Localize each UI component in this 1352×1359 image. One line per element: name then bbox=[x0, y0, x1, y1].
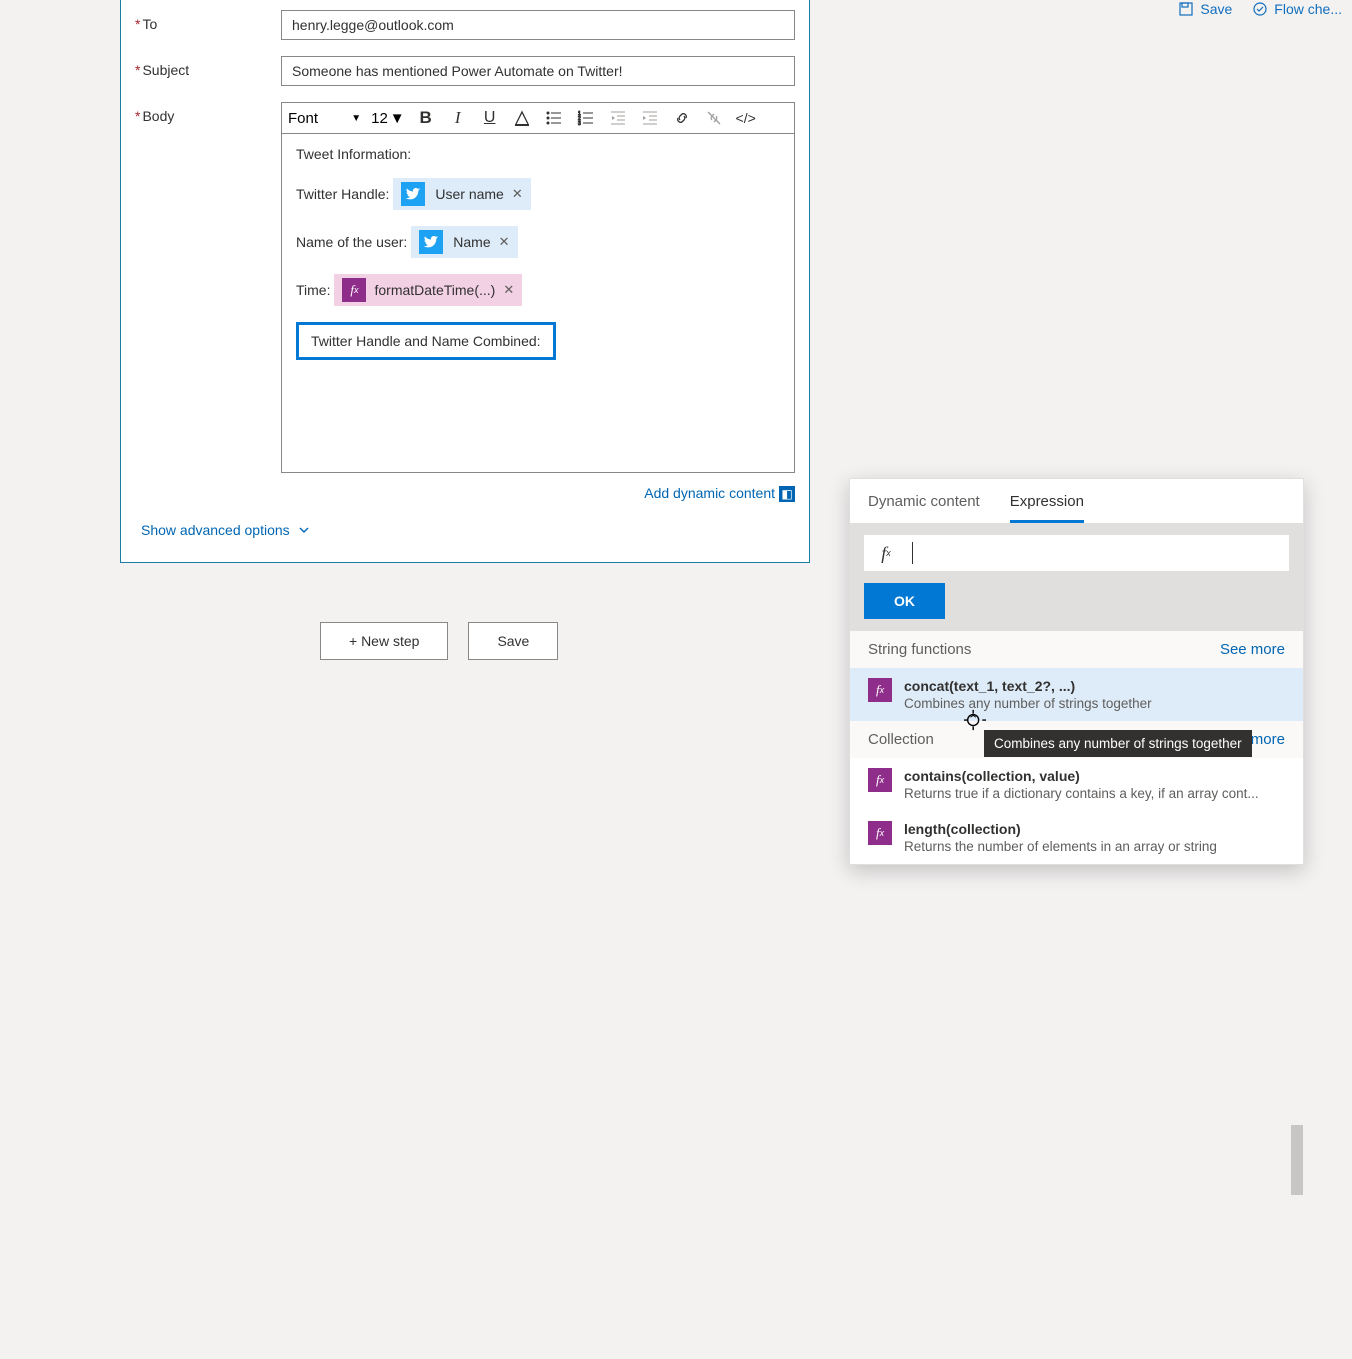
func-contains-desc: Returns true if a dictionary contains a … bbox=[904, 786, 1285, 801]
show-advanced-link[interactable]: Show advanced options bbox=[121, 502, 809, 542]
fontsize-select[interactable]: 12▼ bbox=[371, 110, 405, 127]
panel-scrollbar[interactable] bbox=[1291, 1119, 1303, 1359]
unlink-button[interactable] bbox=[703, 107, 725, 129]
formatdatetime-label: formatDateTime(...) bbox=[374, 282, 495, 298]
body-editor[interactable]: Tweet Information: Twitter Handle: User … bbox=[281, 133, 795, 473]
combined-highlight: Twitter Handle and Name Combined: bbox=[296, 322, 556, 360]
email-action-card: *To *Subject *Body Font ▼ 12▼ B I U 123 bbox=[120, 0, 810, 563]
ok-button[interactable]: OK bbox=[864, 583, 945, 619]
body-label: *Body bbox=[135, 102, 281, 124]
tab-expression[interactable]: Expression bbox=[1010, 493, 1084, 523]
italic-button[interactable]: I bbox=[447, 107, 469, 129]
remove-name-icon[interactable]: ✕ bbox=[499, 234, 510, 250]
underline-button[interactable]: U bbox=[479, 107, 501, 129]
link-button[interactable] bbox=[671, 107, 693, 129]
name-token[interactable]: Name ✕ bbox=[411, 226, 517, 258]
fx-icon: fx bbox=[868, 678, 892, 702]
twitter-icon bbox=[401, 182, 425, 206]
save-top-label: Save bbox=[1200, 1, 1232, 17]
body-name-prefix: Name of the user: bbox=[296, 234, 407, 250]
color-button[interactable] bbox=[511, 107, 533, 129]
username-token[interactable]: User name ✕ bbox=[393, 178, 530, 210]
subject-label: *Subject bbox=[135, 56, 281, 78]
codeview-button[interactable]: </> bbox=[735, 107, 757, 129]
expression-input[interactable]: fx bbox=[864, 535, 1289, 571]
twitter-icon bbox=[419, 230, 443, 254]
text-cursor bbox=[912, 542, 913, 564]
tab-dynamic-content[interactable]: Dynamic content bbox=[868, 493, 980, 523]
to-label: *To bbox=[135, 10, 281, 32]
func-concat[interactable]: fx concat(text_1, text_2?, ...) Combines… bbox=[850, 668, 1303, 721]
combined-text: Twitter Handle and Name Combined: bbox=[311, 333, 541, 349]
func-contains-name: contains(collection, value) bbox=[904, 768, 1285, 784]
rte-toolbar: Font ▼ 12▼ B I U 123 </> bbox=[281, 102, 795, 133]
formatdatetime-token[interactable]: fx formatDateTime(...) ✕ bbox=[334, 274, 522, 306]
func-length-desc: Returns the number of elements in an arr… bbox=[904, 839, 1285, 854]
name-token-label: Name bbox=[453, 234, 490, 250]
remove-time-icon[interactable]: ✕ bbox=[503, 282, 514, 298]
svg-text:3: 3 bbox=[578, 121, 581, 127]
bold-button[interactable]: B bbox=[415, 107, 437, 129]
remove-username-icon[interactable]: ✕ bbox=[512, 186, 523, 202]
font-select[interactable]: Font ▼ bbox=[288, 110, 361, 127]
func-concat-name: concat(text_1, text_2?, ...) bbox=[904, 678, 1285, 694]
new-step-button[interactable]: + New step bbox=[320, 622, 448, 660]
expression-panel: Dynamic content Expression fx OK String … bbox=[849, 478, 1304, 865]
fx-icon: fx bbox=[868, 821, 892, 845]
to-input[interactable] bbox=[281, 10, 795, 40]
subject-input[interactable] bbox=[281, 56, 795, 86]
outdent-button[interactable] bbox=[607, 107, 629, 129]
see-more-string[interactable]: See more bbox=[1220, 641, 1285, 658]
func-concat-desc: Combines any number of strings together bbox=[904, 696, 1285, 711]
fx-icon: fx bbox=[874, 541, 898, 565]
add-dynamic-content-link[interactable]: Add dynamic content◧ bbox=[121, 479, 809, 502]
section-string-functions: String functions See more bbox=[850, 631, 1303, 668]
numbers-button[interactable]: 123 bbox=[575, 107, 597, 129]
body-handle-prefix: Twitter Handle: bbox=[296, 186, 389, 202]
func-contains[interactable]: fx contains(collection, value) Returns t… bbox=[850, 758, 1303, 811]
body-time-prefix: Time: bbox=[296, 282, 330, 298]
fx-icon: fx bbox=[342, 278, 366, 302]
indent-button[interactable] bbox=[639, 107, 661, 129]
username-token-label: User name bbox=[435, 186, 503, 202]
save-top-button[interactable]: Save bbox=[1178, 0, 1232, 18]
func-length-name: length(collection) bbox=[904, 821, 1285, 837]
fx-icon: fx bbox=[868, 768, 892, 792]
save-button[interactable]: Save bbox=[468, 622, 558, 660]
func-length[interactable]: fx length(collection) Returns the number… bbox=[850, 811, 1303, 864]
bullets-button[interactable] bbox=[543, 107, 565, 129]
body-line-info: Tweet Information: bbox=[296, 146, 780, 162]
plus-icon: ◧ bbox=[779, 486, 795, 502]
chevron-down-icon bbox=[298, 524, 310, 536]
flowcheck-label: Flow che... bbox=[1274, 1, 1342, 17]
flowcheck-button[interactable]: Flow che... bbox=[1252, 0, 1342, 18]
tooltip: Combines any number of strings together bbox=[984, 730, 1252, 757]
